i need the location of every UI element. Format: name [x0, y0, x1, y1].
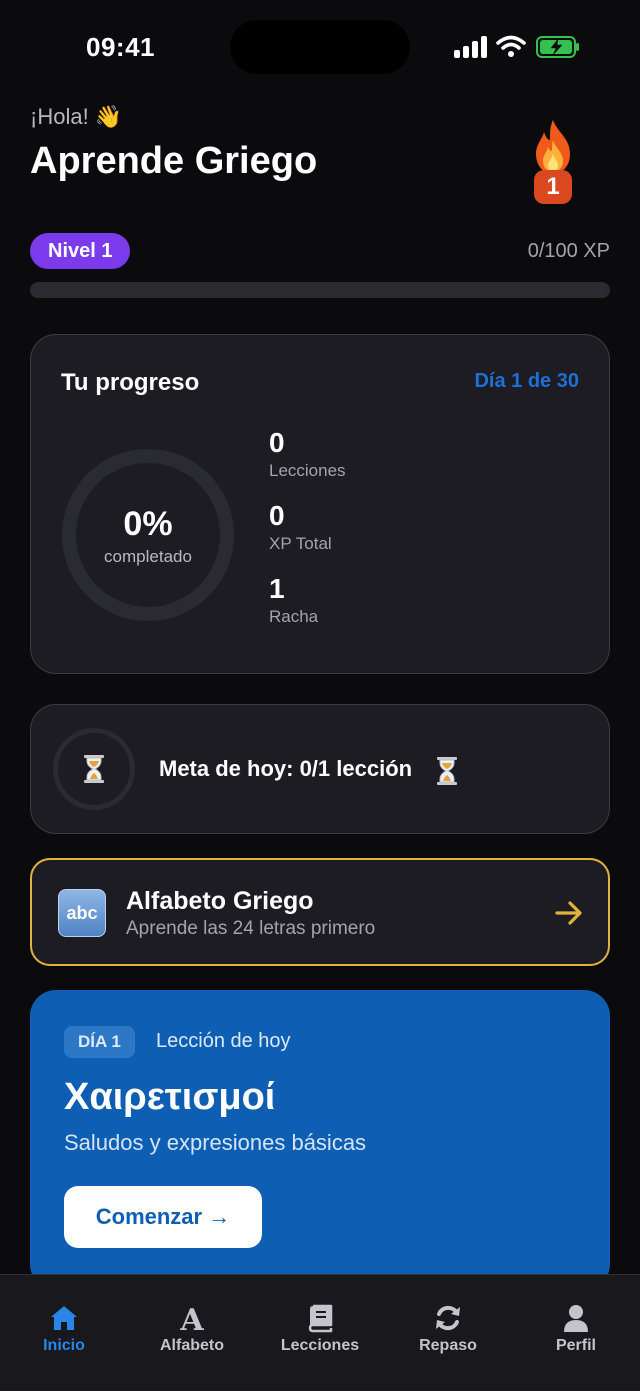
hourglass-icon [437, 757, 457, 785]
alphabet-icon: A [179, 1303, 204, 1333]
stat-value: 0 [269, 427, 285, 458]
lesson-title: Χαιρετισμοί [64, 1076, 276, 1118]
user-icon [564, 1305, 588, 1332]
tab-label: Perfil [555, 1337, 596, 1354]
lesson-subtitle: Saludos y expresiones básicas [64, 1130, 367, 1155]
wifi-icon [496, 35, 526, 57]
arrow-right-icon [555, 901, 582, 925]
daily-goal-card: Meta de hoy: 0/1 lección [30, 704, 610, 834]
progress-card: Tu progreso Día 1 de 30 0% completado 0 … [30, 334, 610, 674]
alphabet-card-subtitle: Aprende las 24 letras primero [126, 918, 376, 939]
abc-icon: abc [58, 889, 106, 937]
home-icon [51, 1306, 77, 1330]
signal-icon [454, 36, 488, 58]
stat-lessons: 0 Lecciones [269, 427, 346, 481]
tab-label: Lecciones [280, 1337, 360, 1354]
flame-icon [536, 120, 570, 174]
refresh-icon [436, 1305, 460, 1331]
goal-ring [53, 728, 135, 810]
stat-streak: 1 Racha [269, 573, 318, 627]
greeting-text: ¡Hola! 👋 [30, 104, 123, 129]
status-time: 09:41 [86, 32, 155, 62]
page-title: Aprende Griego [30, 140, 318, 182]
tab-label: Alfabeto [160, 1337, 224, 1354]
progress-percent: 0% [123, 505, 173, 543]
stat-label: XP Total [269, 534, 332, 553]
stat-value: 1 [269, 573, 285, 604]
stat-label: Lecciones [269, 461, 346, 480]
xp-progress-bar [30, 282, 610, 298]
xp-text: 0/100 XP [527, 240, 610, 262]
tab-inicio[interactable]: Inicio [0, 1275, 128, 1391]
tab-label: Repaso [419, 1337, 477, 1354]
status-bar: 09:41 [0, 0, 640, 95]
daily-goal-label: Meta de hoy: 0/1 lección [159, 756, 413, 781]
day-counter: Día 1 de 30 [474, 370, 579, 392]
streak-indicator[interactable]: 1 [526, 118, 580, 206]
progress-percent-label: completado [104, 547, 192, 566]
level-badge: Nivel 1 [30, 233, 131, 269]
stat-label: Racha [269, 607, 319, 626]
dynamic-island [230, 20, 410, 74]
alphabet-card-title: Alfabeto Griego [126, 887, 314, 915]
streak-count-badge: 1 [534, 170, 572, 204]
lesson-tag: Lección de hoy [156, 1030, 291, 1052]
tab-bar: Inicio A Alfabeto Lecciones Repaso Perfi… [0, 1274, 640, 1391]
todays-lesson-card: DÍA 1 Lección de hoy Χαιρετισμοί Saludos… [30, 990, 610, 1290]
tab-perfil[interactable]: Perfil [512, 1275, 640, 1391]
start-lesson-button[interactable]: Comenzar → [64, 1186, 262, 1248]
tab-repaso[interactable]: Repaso [384, 1275, 512, 1391]
battery-icon [536, 36, 579, 58]
hourglass-icon [84, 755, 104, 783]
tab-alfabeto[interactable]: A Alfabeto [128, 1275, 256, 1391]
svg-text:A: A [179, 1303, 204, 1333]
daily-goal-text: Meta de hoy: 0/1 lección [159, 756, 412, 782]
tab-lecciones[interactable]: Lecciones [256, 1275, 384, 1391]
tab-label: Inicio [43, 1337, 85, 1354]
lesson-day-badge: DÍA 1 [64, 1026, 135, 1058]
progress-card-title: Tu progreso [61, 369, 200, 396]
alphabet-card[interactable]: abc Alfabeto Griego Aprende las 24 letra… [30, 858, 610, 966]
stat-xp-total: 0 XP Total [269, 500, 332, 554]
stat-value: 0 [269, 500, 285, 531]
book-icon [308, 1304, 333, 1333]
